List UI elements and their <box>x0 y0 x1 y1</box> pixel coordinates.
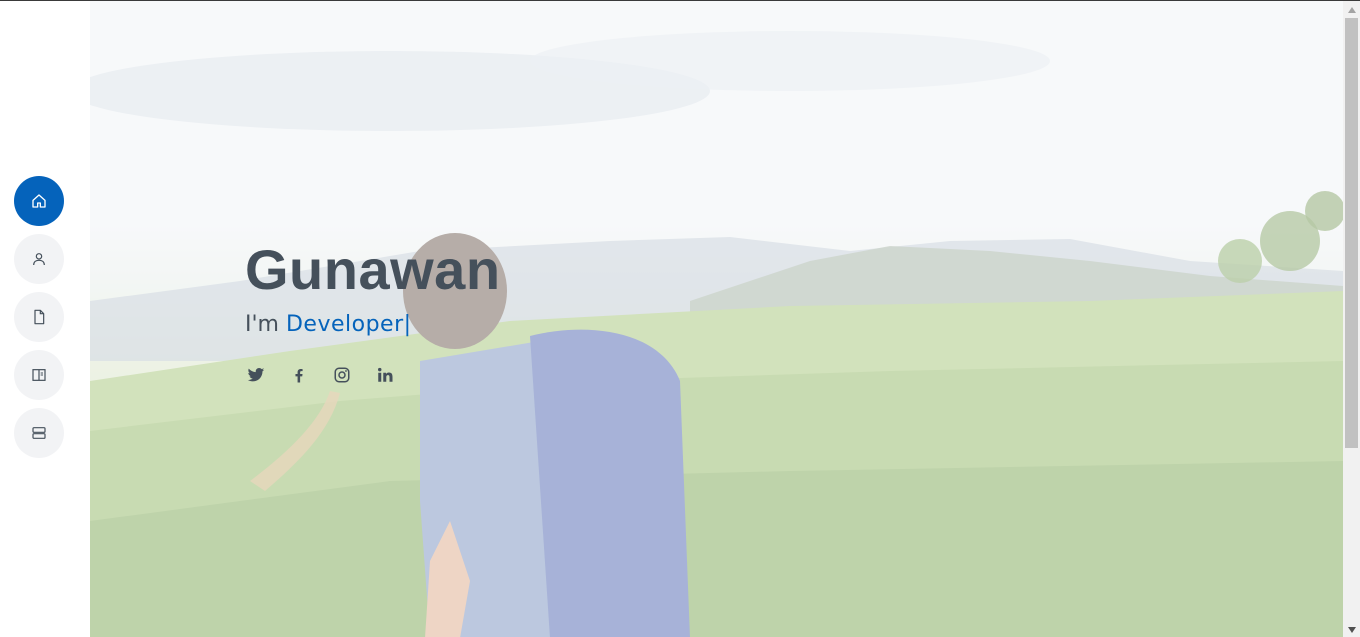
instagram-link[interactable] <box>331 364 353 386</box>
nav-about[interactable] <box>14 234 64 284</box>
hero-name: Gunawan <box>245 238 501 301</box>
hero-intro-prefix: I'm <box>245 312 286 337</box>
facebook-link[interactable] <box>288 364 310 386</box>
instagram-icon <box>334 367 350 383</box>
scroll-down-arrow[interactable] <box>1343 621 1360 637</box>
side-navigation <box>14 176 64 458</box>
scroll-up-arrow[interactable] <box>1343 1 1360 18</box>
vertical-scrollbar[interactable] <box>1343 1 1360 637</box>
facebook-icon <box>295 369 303 383</box>
home-icon <box>32 194 46 208</box>
nav-portfolio[interactable] <box>14 350 64 400</box>
typing-cursor: | <box>403 312 412 337</box>
hero-content: Gunawan I'm Developer| <box>245 236 501 386</box>
nav-services[interactable] <box>14 408 64 458</box>
book-icon <box>32 369 46 381</box>
chevron-down-icon <box>1347 626 1356 633</box>
nav-resume[interactable] <box>14 292 64 342</box>
scrollbar-thumb[interactable] <box>1345 18 1358 448</box>
chevron-up-icon <box>1347 6 1356 13</box>
linkedin-icon <box>378 367 393 382</box>
hero-typed-role: Developer <box>285 312 404 337</box>
twitter-link[interactable] <box>245 364 267 386</box>
nav-home[interactable] <box>14 176 64 226</box>
user-icon <box>33 253 45 266</box>
twitter-icon <box>247 368 265 382</box>
hero-section: Gunawan I'm Developer| <box>90 1 1343 637</box>
social-links <box>245 364 501 386</box>
linkedin-link[interactable] <box>374 364 396 386</box>
file-icon <box>34 309 45 325</box>
hero-subtitle: I'm Developer| <box>245 310 501 340</box>
page-viewport: Gunawan I'm Developer| <box>0 0 1360 637</box>
server-icon <box>32 427 46 439</box>
